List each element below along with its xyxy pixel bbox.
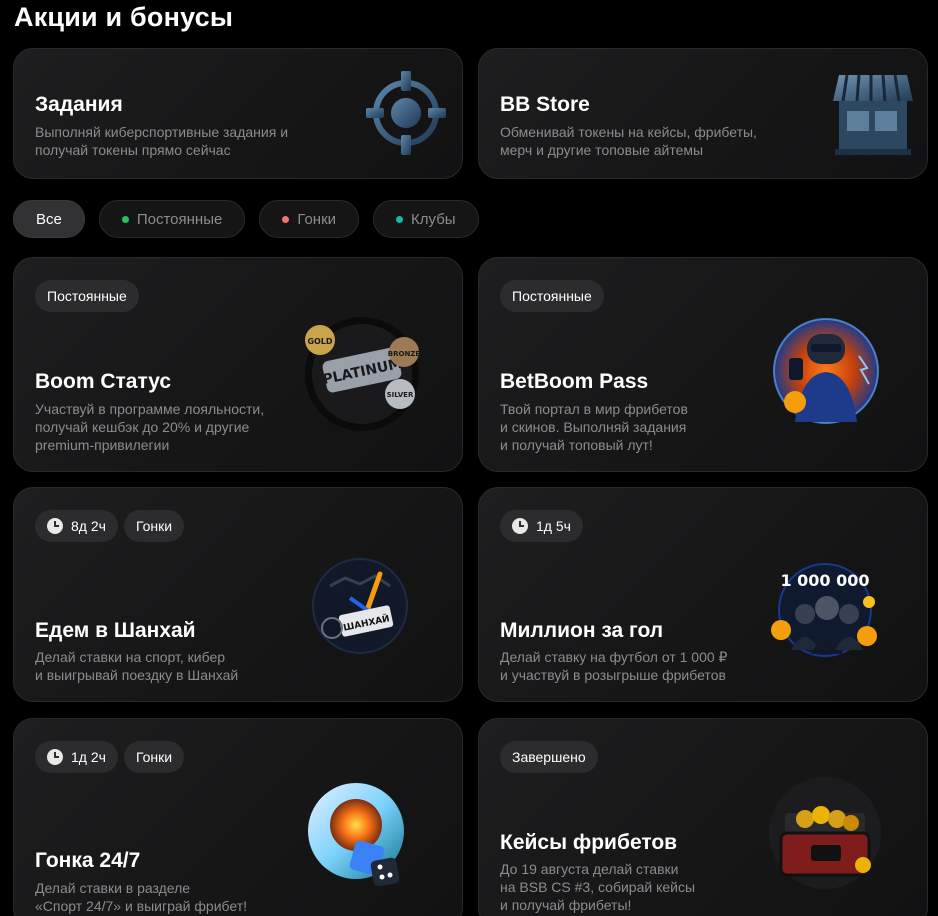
badge-row: 8д 2ч Гонки bbox=[35, 510, 185, 542]
card-title: Boom Статус bbox=[35, 370, 172, 393]
promo-card-freebet-cases[interactable]: Завершено Кейсы фрибетов До 19 августа д… bbox=[478, 718, 928, 916]
card-description: Делай ставку на футбол от 1 000 ₽ и учас… bbox=[500, 649, 728, 683]
badge-row: 1д 2ч Гонки bbox=[35, 741, 185, 773]
status-dot-icon bbox=[396, 215, 404, 223]
card-title: Миллион за гол bbox=[500, 619, 664, 642]
bronze-label: BRONZE bbox=[388, 350, 421, 358]
card-description: Обменивай токены на кейсы, фрибеты, мерч… bbox=[500, 124, 757, 158]
shanghai-ticket-art: ШАНХАЙ bbox=[312, 558, 408, 654]
status-dot-icon bbox=[121, 215, 129, 223]
gold-label: GOLD bbox=[307, 337, 332, 346]
card-description: До 19 августа делай ставки на BSB CS #3,… bbox=[500, 861, 696, 913]
card-title: Задания bbox=[35, 93, 123, 116]
promo-card-betboom-pass[interactable]: Постоянные BetBoom Pass Твой портал в ми… bbox=[478, 257, 928, 472]
category-badge: Гонки bbox=[123, 741, 185, 773]
status-badge: Завершено bbox=[500, 741, 598, 773]
filter-label: Все bbox=[36, 210, 62, 228]
timer-badge: 1д 5ч bbox=[500, 510, 583, 542]
category-badge: Постоянные bbox=[500, 280, 604, 312]
promo-card-race-24-7[interactable]: 1д 2ч Гонки Гонка 24/7 Делай ставки в ра… bbox=[13, 718, 463, 916]
card-description: Твой портал в мир фрибетов и скинов. Вып… bbox=[500, 401, 688, 453]
badge-row: 1д 5ч bbox=[500, 510, 583, 542]
promo-card-boom-status[interactable]: Постоянные Boom Статус Участвуй в програ… bbox=[13, 257, 463, 472]
timer-badge: 8д 2ч bbox=[35, 510, 118, 542]
category-badge: Гонки bbox=[123, 510, 185, 542]
pass-character-art bbox=[773, 318, 879, 424]
timer-badge: 1д 2ч bbox=[35, 741, 118, 773]
filter-all[interactable]: Все bbox=[13, 200, 85, 238]
status-dot-icon bbox=[282, 215, 290, 223]
badge-row: Завершено bbox=[500, 741, 598, 773]
card-title: BB Store bbox=[500, 93, 590, 116]
card-description: Делай ставки на спорт, кибер и выигрывай… bbox=[35, 649, 239, 683]
card-description: Участвуй в программе лояльности, получай… bbox=[35, 401, 265, 453]
freebet-case-art bbox=[769, 777, 881, 889]
category-badge: Постоянные bbox=[35, 280, 139, 312]
filter-permanent[interactable]: Постоянные bbox=[98, 200, 246, 238]
store-icon bbox=[833, 74, 913, 155]
card-title: Кейсы фрибетов bbox=[500, 831, 678, 854]
card-title: Гонка 24/7 bbox=[35, 849, 141, 872]
promo-card-million-goal[interactable]: 1д 5ч Миллион за гол Делай ставку на фут… bbox=[478, 487, 928, 702]
filter-races[interactable]: Гонки bbox=[259, 200, 360, 238]
card-description: Выполняй киберспортивные задания и получ… bbox=[35, 124, 289, 158]
card-description: Делай ставки в разделе «Спорт 24/7» и вы… bbox=[35, 880, 247, 914]
million-label: 1 000 000 bbox=[780, 571, 869, 590]
silver-label: SILVER bbox=[387, 391, 414, 399]
clock-icon bbox=[47, 749, 63, 765]
badge-row: Постоянные bbox=[35, 280, 139, 312]
million-goal-art: 1 000 000 bbox=[771, 563, 877, 657]
clock-icon bbox=[512, 518, 528, 534]
category-filters: Все Постоянные Гонки Клубы bbox=[13, 200, 479, 238]
card-title: Едем в Шанхай bbox=[35, 619, 196, 642]
crosshair-icon bbox=[366, 71, 446, 155]
filter-label: Клубы bbox=[411, 210, 456, 228]
bb-store-card[interactable]: BB Store Обменивай токены на кейсы, фриб… bbox=[478, 48, 928, 179]
card-title: BetBoom Pass bbox=[500, 370, 649, 393]
badge-row: Постоянные bbox=[500, 280, 604, 312]
loyalty-status-art: PLATINUM GOLD BRONZE SILVER bbox=[305, 317, 421, 431]
clock-icon bbox=[47, 518, 63, 534]
page-title: Акции и бонусы bbox=[14, 2, 234, 32]
timer-text: 1д 5ч bbox=[536, 518, 571, 534]
filter-label: Постоянные bbox=[136, 210, 223, 228]
quests-card[interactable]: Задания Выполняй киберспортивные задания… bbox=[13, 48, 463, 179]
promo-card-shanghai[interactable]: 8д 2ч Гонки Едем в Шанхай Делай ставки н… bbox=[13, 487, 463, 702]
timer-text: 8д 2ч bbox=[71, 518, 106, 534]
race-art bbox=[308, 783, 404, 887]
filter-label: Гонки bbox=[297, 210, 337, 228]
timer-text: 1д 2ч bbox=[71, 749, 106, 765]
filter-clubs[interactable]: Клубы bbox=[373, 200, 479, 238]
